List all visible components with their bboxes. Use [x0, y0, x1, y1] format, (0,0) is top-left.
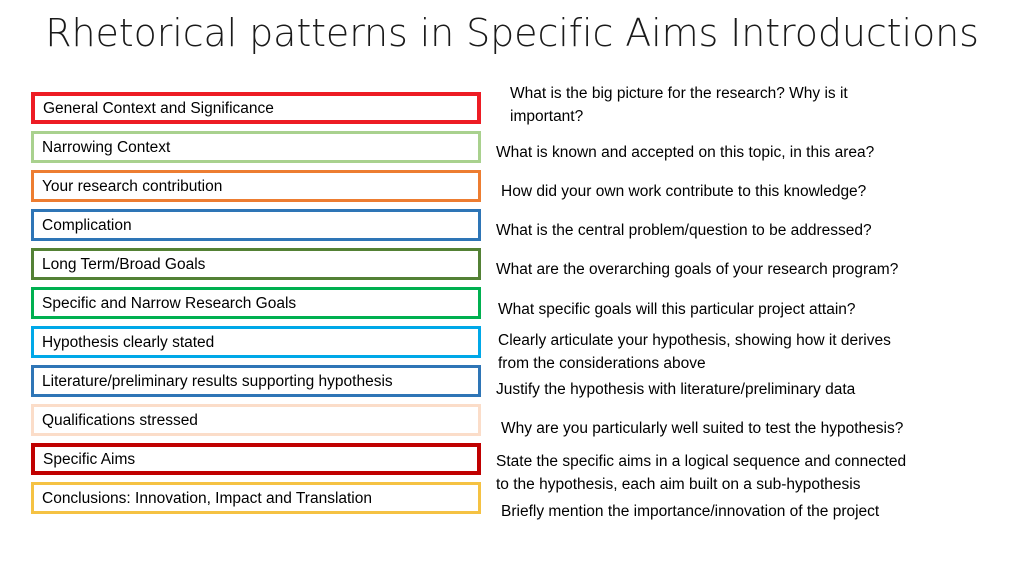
stage-description: What specific goals will this particular… — [498, 298, 856, 321]
stage-description: What is the central problem/question to … — [496, 219, 872, 242]
stage-box-label: Narrowing Context — [42, 138, 171, 156]
page-title: Rhetorical patterns in Specific Aims Int… — [45, 11, 979, 55]
stage-box-label: Hypothesis clearly stated — [42, 333, 215, 351]
stage-description: Justify the hypothesis with literature/p… — [496, 378, 855, 401]
stage-box-label: Qualifications stressed — [42, 411, 198, 429]
stage-box[interactable]: Qualifications stressed — [31, 404, 481, 436]
stage-description: Briefly mention the importance/innovatio… — [501, 500, 879, 523]
stage-box[interactable]: Long Term/Broad Goals — [31, 248, 481, 280]
stage-description-line: from the considerations above — [498, 355, 706, 372]
stage-box-label: Specific Aims — [43, 450, 136, 468]
stage-description-line: How did your own work contribute to this… — [501, 183, 867, 200]
stage-description: What is known and accepted on this topic… — [496, 141, 874, 164]
stage-description-line: Justify the hypothesis with literature/p… — [496, 381, 856, 398]
stage-box-label: Conclusions: Innovation, Impact and Tran… — [42, 489, 372, 507]
stage-description-line: Clearly articulate your hypothesis, show… — [498, 332, 891, 349]
stage-description-line: Briefly mention the importance/innovatio… — [501, 503, 880, 520]
stage-box[interactable]: General Context and Significance — [31, 92, 481, 124]
stage-box[interactable]: Narrowing Context — [31, 131, 481, 163]
stage-description: State the specific aims in a logical seq… — [496, 450, 906, 496]
stage-description: How did your own work contribute to this… — [501, 180, 866, 203]
stage-description: What are the overarching goals of your r… — [496, 258, 898, 281]
stage-description-line: What is the big picture for the research… — [510, 85, 848, 102]
stage-description: What is the big picture for the research… — [510, 82, 848, 128]
stage-description: Clearly articulate your hypothesis, show… — [498, 329, 891, 375]
stage-description-line: important? — [510, 108, 584, 125]
stage-description: Why are you particularly well suited to … — [501, 417, 903, 440]
stage-box[interactable]: Specific Aims — [31, 443, 481, 475]
stage-box[interactable]: Complication — [31, 209, 481, 241]
stage-description-line: What is known and accepted on this topic… — [496, 144, 875, 161]
stage-box[interactable]: Conclusions: Innovation, Impact and Tran… — [31, 482, 481, 514]
stage-box-label: Your research contribution — [42, 177, 223, 195]
stage-box-label: Complication — [42, 216, 132, 234]
slide-canvas: Rhetorical patterns in Specific Aims Int… — [0, 0, 1024, 576]
stage-box[interactable]: Hypothesis clearly stated — [31, 326, 481, 358]
stage-box-column: General Context and Significance Narrowin… — [31, 92, 481, 521]
stage-box-label: Literature/preliminary results supportin… — [42, 372, 393, 390]
stage-box-label: Long Term/Broad Goals — [42, 255, 206, 273]
stage-box-label: Specific and Narrow Research Goals — [42, 294, 297, 312]
stage-description-line: What is the central problem/question to … — [496, 222, 872, 239]
stage-description-line: State the specific aims in a logical seq… — [496, 453, 907, 470]
stage-box[interactable]: Specific and Narrow Research Goals — [31, 287, 481, 319]
stage-description-line: What specific goals will this particular… — [498, 301, 856, 318]
stage-description-line: Why are you particularly well suited to … — [501, 420, 904, 437]
stage-description-line: to the hypothesis, each aim built on a s… — [496, 476, 861, 493]
stage-box[interactable]: Literature/preliminary results supportin… — [31, 365, 481, 397]
stage-description-line: What are the overarching goals of your r… — [496, 261, 899, 278]
stage-box[interactable]: Your research contribution — [31, 170, 481, 202]
stage-box-label: General Context and Significance — [43, 99, 274, 117]
